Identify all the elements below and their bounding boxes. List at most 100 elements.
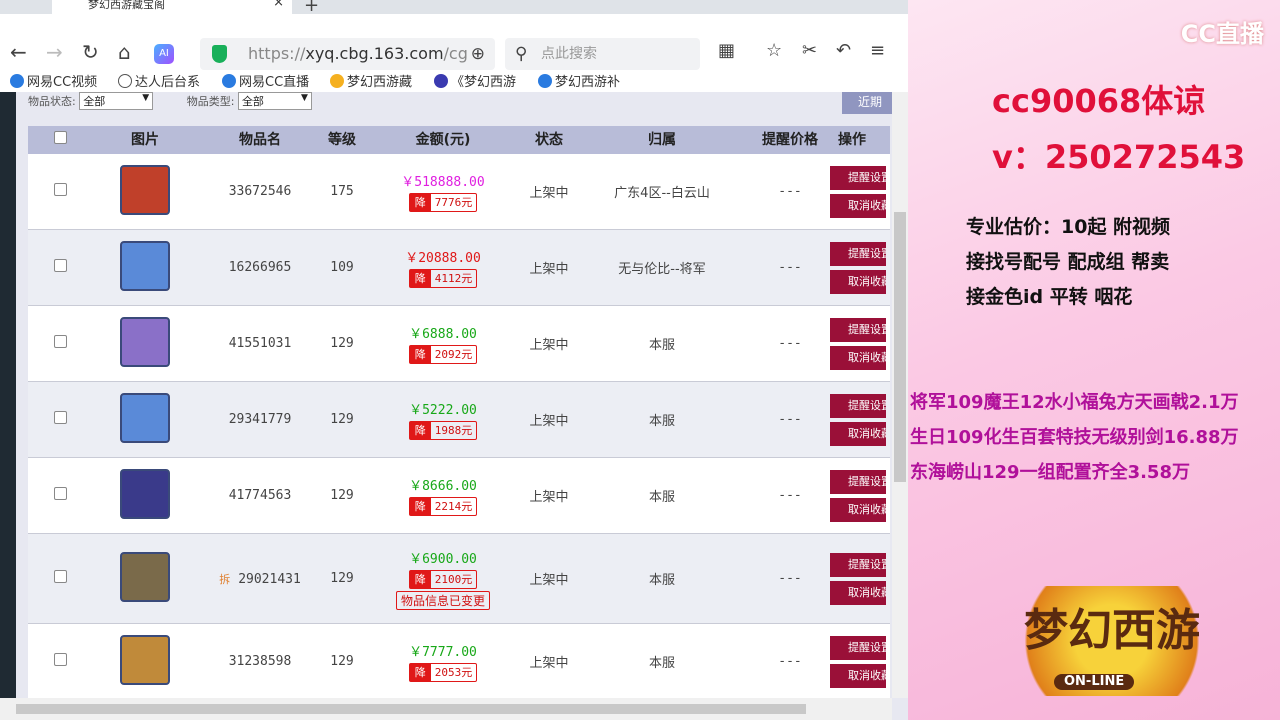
cancel-favorite-button[interactable]: 取消收藏 xyxy=(830,269,886,294)
item-id[interactable]: 16266965 xyxy=(229,260,292,275)
scrollbar-thumb[interactable] xyxy=(16,704,806,714)
stream-overlay: CC直播 cc90068体谅 v：250272543 专业估价：10起 附视频 … xyxy=(908,0,1280,720)
remind-settings-button[interactable]: 提醒设置 xyxy=(830,635,886,660)
changed-notice: 物品信息已变更 xyxy=(395,590,490,610)
reload-icon[interactable]: ↻ xyxy=(82,40,99,64)
table-row: 33672546 175 ￥518888.00 降 7776元 上架中 广东4区-… xyxy=(28,154,890,230)
item-id[interactable]: 41774563 xyxy=(229,488,292,503)
item-remind-price: --- xyxy=(778,336,802,351)
item-avatar[interactable] xyxy=(120,468,170,519)
home-icon[interactable]: ⌂ xyxy=(118,40,131,64)
item-id[interactable]: 29021431 xyxy=(238,572,301,587)
cc-icon xyxy=(538,74,552,88)
status-filter-select[interactable]: 全部 xyxy=(79,92,154,110)
item-id[interactable]: 41551031 xyxy=(229,336,292,351)
scissors-icon[interactable]: ✂ xyxy=(802,40,817,61)
drop-amount: 2100元 xyxy=(434,572,473,586)
remind-settings-button[interactable]: 提醒设置 xyxy=(830,241,886,266)
bookmark-item[interactable]: 梦幻西游藏 xyxy=(330,71,426,90)
cancel-favorite-button[interactable]: 取消收藏 xyxy=(830,580,886,605)
drop-label: 降 xyxy=(409,346,431,363)
cc-icon xyxy=(10,74,24,88)
remind-settings-button[interactable]: 提醒设置 xyxy=(830,165,886,190)
remind-settings-button[interactable]: 提醒设置 xyxy=(830,552,886,577)
row-checkbox[interactable] xyxy=(53,411,67,424)
cancel-favorite-button[interactable]: 取消收藏 xyxy=(830,497,886,522)
item-server: 本服 xyxy=(648,490,675,505)
item-id[interactable]: 33672546 xyxy=(229,184,292,199)
item-status: 上架中 xyxy=(529,573,569,588)
type-filter-select[interactable]: 全部 xyxy=(237,92,312,110)
bookmark-label: 达人后台系 xyxy=(135,75,201,90)
bookmark-label: 网易CC直播 xyxy=(239,75,310,90)
cancel-favorite-button[interactable]: 取消收藏 xyxy=(830,345,886,370)
drop-amount: 7776元 xyxy=(434,196,473,209)
price-drop-badge: 降 1988元 xyxy=(408,421,478,440)
remind-settings-button[interactable]: 提醒设置 xyxy=(830,469,886,494)
header-image: 图片 xyxy=(131,132,159,148)
item-avatar[interactable] xyxy=(120,634,170,685)
undo-icon[interactable]: ↶ xyxy=(836,40,851,61)
item-avatar[interactable] xyxy=(120,551,170,602)
favorites-icon[interactable]: ☆ xyxy=(766,40,782,61)
row-checkbox[interactable] xyxy=(53,653,67,666)
menu-icon[interactable]: ≡ xyxy=(870,40,885,61)
forward-icon[interactable]: → xyxy=(46,40,63,64)
cancel-favorite-button[interactable]: 取消收藏 xyxy=(830,663,886,688)
back-icon[interactable]: ← xyxy=(10,40,27,64)
bookmark-item[interactable]: 梦幻西游补 xyxy=(538,71,634,90)
bookmark-label: 梦幻西游藏 xyxy=(347,75,413,90)
item-level: 109 xyxy=(330,260,354,275)
row-checkbox[interactable] xyxy=(53,570,67,583)
select-all-checkbox[interactable] xyxy=(53,131,67,144)
cancel-favorite-button[interactable]: 取消收藏 xyxy=(830,193,886,218)
drop-label: 降 xyxy=(409,194,431,211)
bookmark-item[interactable]: 《梦幻西游 xyxy=(434,71,530,90)
ai-icon[interactable]: AI xyxy=(154,44,174,64)
vertical-scrollbar[interactable] xyxy=(892,92,908,698)
item-price: ￥8666.00 xyxy=(409,479,477,494)
url-prefix: https:// xyxy=(248,44,306,63)
drop-label: 降 xyxy=(409,664,431,681)
bookmark-item[interactable]: 网易CC直播 xyxy=(222,71,318,90)
table-row: 41551031 129 ￥6888.00 降 2092元 上架中 本服 --- … xyxy=(28,306,890,382)
item-price: ￥518888.00 xyxy=(401,175,485,190)
game-icon xyxy=(330,74,344,88)
remind-settings-button[interactable]: 提醒设置 xyxy=(830,393,886,418)
game-logo-sub: ON-LINE xyxy=(1054,674,1135,690)
info-line: 接金色id 平转 咽花 xyxy=(966,286,1133,308)
bookmark-item[interactable]: 网易CC视频 xyxy=(10,71,106,90)
row-checkbox[interactable] xyxy=(53,335,67,348)
item-id[interactable]: 31238598 xyxy=(229,654,292,669)
recent-button[interactable]: 近期 xyxy=(842,92,892,114)
row-checkbox[interactable] xyxy=(53,183,67,196)
item-level: 129 xyxy=(330,488,354,503)
remind-settings-button[interactable]: 提醒设置 xyxy=(830,317,886,342)
item-avatar[interactable] xyxy=(120,392,170,443)
game-icon xyxy=(434,74,448,88)
table-header: 图片 物品名 等级 金额(元) 状态 归属 提醒价格 操作 xyxy=(28,126,890,154)
horizontal-scrollbar[interactable] xyxy=(0,698,892,720)
apps-grid-icon[interactable]: ▦ xyxy=(718,40,735,61)
promo-line: 生日109化生百套特技无级别剑16.88万 xyxy=(910,427,1239,448)
favorites-table: 图片 物品名 等级 金额(元) 状态 归属 提醒价格 操作 33672546 1… xyxy=(28,126,890,700)
row-checkbox[interactable] xyxy=(53,487,67,500)
item-avatar[interactable] xyxy=(120,240,170,291)
drop-label: 降 xyxy=(409,570,431,588)
header-remind-price: 提醒价格 xyxy=(762,132,818,148)
tab-active[interactable]: 梦幻西游藏宝阁 × xyxy=(52,0,292,14)
price-drop-badge: 降 7776元 xyxy=(408,193,478,212)
item-avatar[interactable] xyxy=(120,164,170,215)
item-server: 本服 xyxy=(648,414,675,429)
bookmark-item[interactable]: 达人后台系 xyxy=(118,71,214,90)
item-remind-price: --- xyxy=(778,260,802,275)
nav-bar: ← → ↻ ⌂ AI https://xyq.cbg.163.com/cg ⊕ ⚲… xyxy=(0,14,908,70)
row-checkbox[interactable] xyxy=(53,259,67,272)
contact-wechat: v：250272543 xyxy=(992,138,1246,176)
scrollbar-thumb[interactable] xyxy=(894,212,906,482)
item-avatar[interactable] xyxy=(120,316,170,367)
item-id[interactable]: 29341779 xyxy=(229,412,292,427)
cancel-favorite-button[interactable]: 取消收藏 xyxy=(830,421,886,446)
item-level: 129 xyxy=(330,571,354,586)
close-tab-icon[interactable]: × xyxy=(273,0,284,9)
